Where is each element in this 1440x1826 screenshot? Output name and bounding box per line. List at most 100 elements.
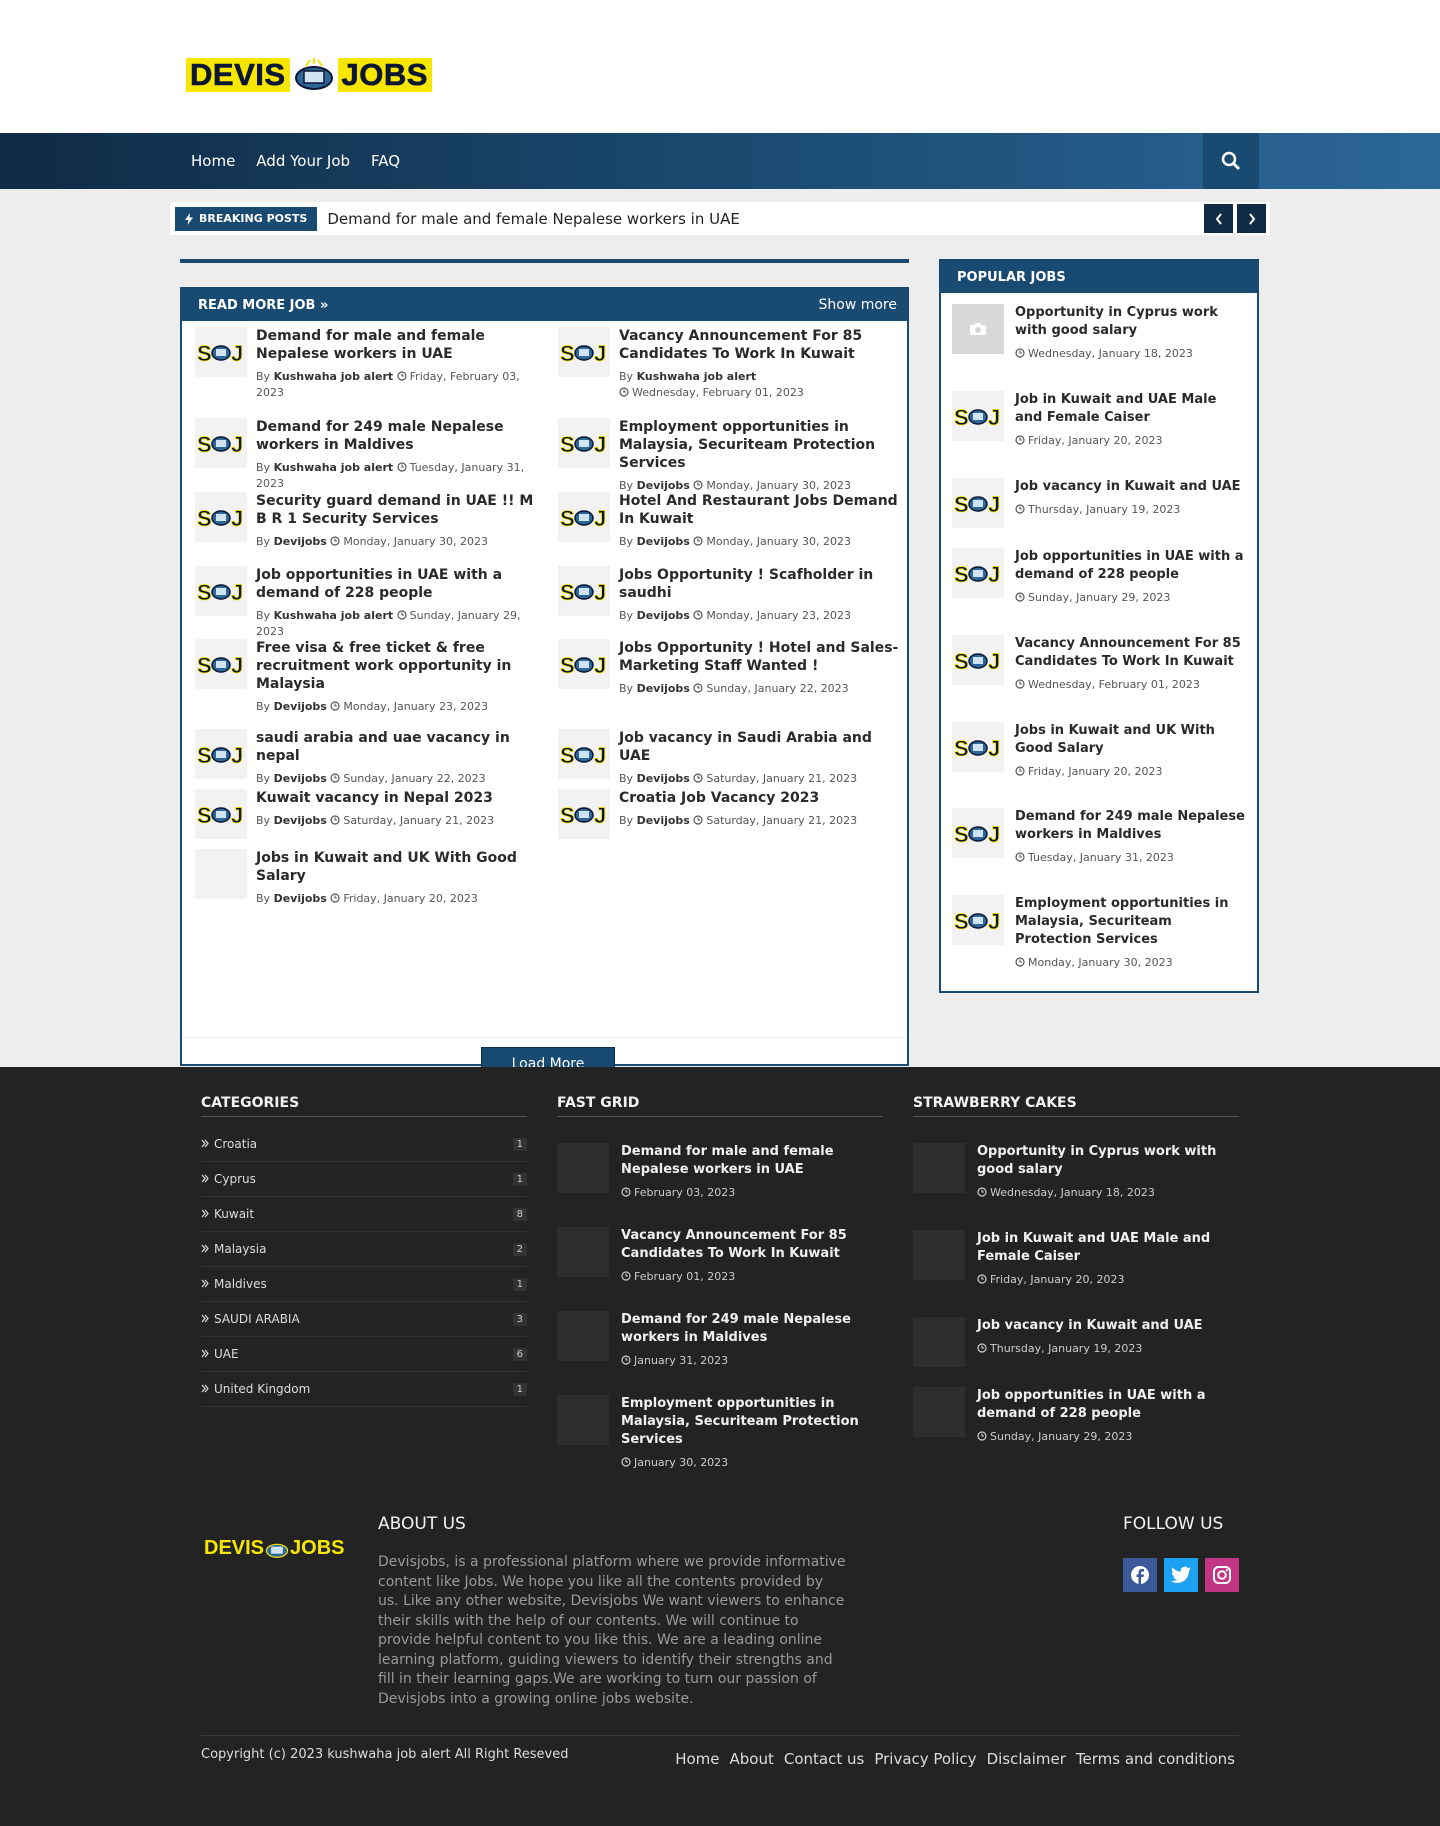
footer-link-terms[interactable]: Terms and conditions xyxy=(1076,1750,1235,1768)
footer-post-thumbnail[interactable] xyxy=(913,1230,965,1280)
show-more-link[interactable]: Show more xyxy=(819,297,898,313)
footer-post-title[interactable]: Opportunity in Cyprus work with good sal… xyxy=(977,1143,1239,1179)
post-author[interactable]: Devijobs xyxy=(274,772,327,785)
post-title[interactable]: Security guard demand in UAE !! M B R 1 … xyxy=(256,492,545,528)
popular-post-title[interactable]: Employment opportunities in Malaysia, Se… xyxy=(1015,895,1247,949)
post-title[interactable]: Jobs Opportunity ! Scafholder in saudhi xyxy=(619,566,908,602)
post-thumbnail[interactable]: SJ xyxy=(558,566,610,616)
popular-post-thumbnail[interactable]: SJ xyxy=(952,895,1004,945)
footer-post-thumbnail[interactable] xyxy=(913,1317,965,1367)
post-title[interactable]: Job opportunities in UAE with a demand o… xyxy=(256,566,545,602)
post-author[interactable]: Devijobs xyxy=(274,535,327,548)
footer-post[interactable]: Demand for male and female Nepalese work… xyxy=(557,1143,883,1201)
popular-post[interactable]: S J Employment opportunities in Malaysia, … xyxy=(952,895,1247,971)
category-item[interactable]: SAUDI ARABIA 3 xyxy=(201,1302,527,1337)
footer-post-thumbnail[interactable] xyxy=(913,1387,965,1437)
post-author[interactable]: Devijobs xyxy=(637,479,690,492)
post-thumbnail[interactable]: SJ xyxy=(195,418,247,468)
site-logo[interactable]: DEVIS JOBS xyxy=(186,57,432,92)
footer-post-thumbnail[interactable] xyxy=(557,1311,609,1361)
post-thumbnail[interactable]: SJ xyxy=(195,789,247,839)
popular-post[interactable]: S J Job vacancy in Kuwait and UAE Thursday,… xyxy=(952,478,1247,528)
post-title[interactable]: Demand for male and female Nepalese work… xyxy=(256,327,545,363)
post-author[interactable]: Devijobs xyxy=(637,682,690,695)
footer-post-title[interactable]: Job in Kuwait and UAE Male and Female Ca… xyxy=(977,1230,1239,1266)
post-thumbnail[interactable]: SJ xyxy=(195,327,247,377)
post-title[interactable]: Croatia Job Vacancy 2023 xyxy=(619,789,857,807)
post-card[interactable]: S J Croatia Job Vacancy 2023 By Devijobs Sa… xyxy=(558,789,908,839)
footer-post[interactable]: Job vacancy in Kuwait and UAE Thursday, J… xyxy=(913,1317,1239,1367)
category-item[interactable]: Malaysia 2 xyxy=(201,1232,527,1267)
post-author[interactable]: Devijobs xyxy=(637,609,690,622)
instagram-button[interactable] xyxy=(1205,1558,1239,1592)
popular-post[interactable]: S J Vacancy Announcement For 85 Candidates… xyxy=(952,635,1247,693)
post-card[interactable]: S J Vacancy Announcement For 85 Candidates… xyxy=(558,327,908,401)
category-item[interactable]: Kuwait 8 xyxy=(201,1197,527,1232)
popular-post-title[interactable]: Job opportunities in UAE with a demand o… xyxy=(1015,548,1247,584)
footer-post-title[interactable]: Vacancy Announcement For 85 Candidates T… xyxy=(621,1227,883,1263)
popular-post-title[interactable]: Jobs in Kuwait and UK With Good Salary xyxy=(1015,722,1247,758)
post-title[interactable]: Kuwait vacancy in Nepal 2023 xyxy=(256,789,494,807)
post-title[interactable]: Hotel And Restaurant Jobs Demand In Kuwa… xyxy=(619,492,908,528)
search-button[interactable] xyxy=(1203,133,1259,189)
category-item[interactable]: Cyprus 1 xyxy=(201,1162,527,1197)
footer-post-thumbnail[interactable] xyxy=(557,1143,609,1193)
popular-post-thumbnail[interactable] xyxy=(952,304,1004,354)
nav-add-your-job[interactable]: Add Your Job xyxy=(256,152,350,170)
facebook-button[interactable] xyxy=(1123,1558,1157,1592)
footer-post[interactable]: Job opportunities in UAE with a demand o… xyxy=(913,1387,1239,1445)
post-thumbnail[interactable]: SJ xyxy=(195,492,247,542)
footer-post-thumbnail[interactable] xyxy=(913,1143,965,1193)
popular-post-title[interactable]: Job in Kuwait and UAE Male and Female Ca… xyxy=(1015,391,1247,427)
footer-link-contact[interactable]: Contact us xyxy=(784,1750,864,1768)
post-author[interactable]: Kushwaha job alert xyxy=(274,609,394,622)
post-card[interactable]: S J Jobs Opportunity ! Scafholder in saudh… xyxy=(558,566,908,624)
post-card[interactable]: S J Demand for 249 male Nepalese workers i… xyxy=(195,418,545,492)
post-author[interactable]: Devijobs xyxy=(274,700,327,713)
post-title[interactable]: Jobs Opportunity ! Hotel and Sales-Marke… xyxy=(619,639,908,675)
footer-post[interactable]: Employment opportunities in Malaysia, Se… xyxy=(557,1395,883,1471)
post-author[interactable]: Devijobs xyxy=(274,892,327,905)
post-card[interactable]: S J Free visa & free ticket & free recruit… xyxy=(195,639,545,715)
post-author[interactable]: Devijobs xyxy=(637,814,690,827)
popular-post[interactable]: S J Job in Kuwait and UAE Male and Female … xyxy=(952,391,1247,449)
popular-post[interactable]: S J Demand for 249 male Nepalese workers i… xyxy=(952,808,1247,866)
category-item[interactable]: Maldives 1 xyxy=(201,1267,527,1302)
nav-faq[interactable]: FAQ xyxy=(371,152,400,170)
post-card[interactable]: S J Job vacancy in Saudi Arabia and UAE By … xyxy=(558,729,908,787)
footer-post-thumbnail[interactable] xyxy=(557,1227,609,1277)
breaking-prev-button[interactable] xyxy=(1204,204,1233,233)
footer-post[interactable]: Demand for 249 male Nepalese workers in … xyxy=(557,1311,883,1369)
breaking-next-button[interactable] xyxy=(1237,204,1266,233)
post-card[interactable]: S J Security guard demand in UAE !! M B R … xyxy=(195,492,545,550)
post-author[interactable]: Kushwaha job alert xyxy=(274,370,394,383)
post-card[interactable]: S J Jobs Opportunity ! Hotel and Sales-Mar… xyxy=(558,639,908,697)
post-thumbnail[interactable]: SJ xyxy=(558,729,610,779)
twitter-button[interactable] xyxy=(1164,1558,1198,1592)
footer-post[interactable]: Vacancy Announcement For 85 Candidates T… xyxy=(557,1227,883,1285)
footer-post-title[interactable]: Employment opportunities in Malaysia, Se… xyxy=(621,1395,883,1449)
post-thumbnail[interactable]: SJ xyxy=(558,789,610,839)
nav-home[interactable]: Home xyxy=(191,152,235,170)
footer-post[interactable]: Job in Kuwait and UAE Male and Female Ca… xyxy=(913,1230,1239,1288)
post-title[interactable]: saudi arabia and uae vacancy in nepal xyxy=(256,729,545,765)
post-author[interactable]: Devijobs xyxy=(274,814,327,827)
footer-post-title[interactable]: Demand for 249 male Nepalese workers in … xyxy=(621,1311,883,1347)
popular-post-thumbnail[interactable]: SJ xyxy=(952,391,1004,441)
popular-post-thumbnail[interactable]: SJ xyxy=(952,808,1004,858)
footer-link-disclaimer[interactable]: Disclaimer xyxy=(987,1750,1066,1768)
category-item[interactable]: Croatia 1 xyxy=(201,1127,527,1162)
post-thumbnail[interactable]: SJ xyxy=(195,729,247,779)
post-title[interactable]: Jobs in Kuwait and UK With Good Salary xyxy=(256,849,545,885)
post-card[interactable]: S J Kuwait vacancy in Nepal 2023 By Devijob… xyxy=(195,789,545,839)
post-thumbnail[interactable]: SJ xyxy=(558,418,610,468)
footer-post-thumbnail[interactable] xyxy=(557,1395,609,1445)
post-title[interactable]: Free visa & free ticket & free recruitme… xyxy=(256,639,545,693)
post-author[interactable]: Devijobs xyxy=(637,772,690,785)
popular-post-thumbnail[interactable]: SJ xyxy=(952,478,1004,528)
footer-post-title[interactable]: Job opportunities in UAE with a demand o… xyxy=(977,1387,1239,1423)
popular-post-title[interactable]: Vacancy Announcement For 85 Candidates T… xyxy=(1015,635,1247,671)
popular-post-thumbnail[interactable]: SJ xyxy=(952,635,1004,685)
post-thumbnail[interactable]: SJ xyxy=(558,327,610,377)
popular-post-thumbnail[interactable]: SJ xyxy=(952,548,1004,598)
